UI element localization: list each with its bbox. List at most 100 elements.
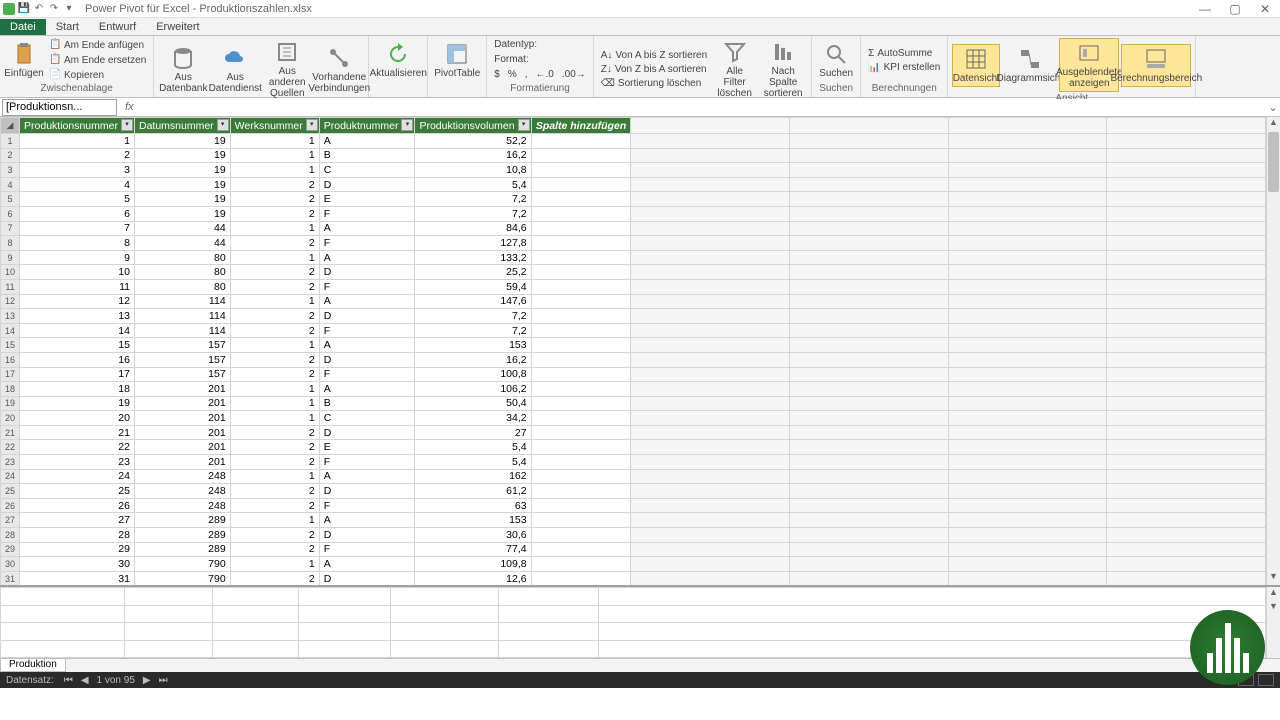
- col-header-2[interactable]: Werksnummer▾: [230, 118, 319, 134]
- table-row[interactable]: 13 13 114 2 D 7,2: [1, 309, 1266, 324]
- row-header[interactable]: 12: [1, 294, 20, 309]
- view-diagram-icon[interactable]: [1258, 674, 1274, 686]
- table-row[interactable]: 19 19 201 1 B 50,4: [1, 396, 1266, 411]
- datatype-dropdown[interactable]: Datentyp:: [491, 38, 540, 51]
- table-row[interactable]: 1 1 19 1 A 52,2: [1, 134, 1266, 149]
- table-row[interactable]: 16 16 157 2 D 16,2: [1, 352, 1266, 367]
- table-row[interactable]: 18 18 201 1 A 106,2: [1, 382, 1266, 397]
- currency-button[interactable]: $: [491, 68, 503, 81]
- pivottable-button[interactable]: PivotTable: [432, 40, 482, 81]
- row-header[interactable]: 14: [1, 323, 20, 338]
- formula-expand-button[interactable]: ⌄: [1266, 101, 1280, 114]
- col-header-3[interactable]: Produktnummer▾: [319, 118, 415, 134]
- tab-erweitert[interactable]: Erweitert: [146, 19, 209, 35]
- row-header[interactable]: 3: [1, 163, 20, 178]
- table-row[interactable]: 4 4 19 2 D 5,4: [1, 177, 1266, 192]
- table-row[interactable]: 12 12 114 1 A 147,6: [1, 294, 1266, 309]
- fx-icon[interactable]: fx: [119, 101, 140, 113]
- table-row[interactable]: 10 10 80 2 D 25,2: [1, 265, 1266, 280]
- replace-button[interactable]: 📋Am Ende ersetzen: [46, 53, 149, 67]
- row-header[interactable]: 2: [1, 148, 20, 163]
- table-row[interactable]: 22 22 201 2 E 5,4: [1, 440, 1266, 455]
- filter-icon[interactable]: ▾: [217, 119, 229, 131]
- comma-button[interactable]: ,: [522, 68, 531, 81]
- nav-last-icon[interactable]: ⏭: [159, 675, 168, 686]
- formula-input[interactable]: [140, 99, 1266, 116]
- row-header[interactable]: 13: [1, 309, 20, 324]
- from-service-button[interactable]: Aus Datendienst: [210, 44, 260, 96]
- table-row[interactable]: 15 15 157 1 A 153: [1, 338, 1266, 353]
- row-header[interactable]: 31: [1, 571, 20, 585]
- inc-decimal-button[interactable]: ←.0: [533, 68, 557, 81]
- table-row[interactable]: 23 23 201 2 F 5,4: [1, 455, 1266, 470]
- sort-az-button[interactable]: A↓Von A bis Z sortieren: [598, 49, 710, 62]
- scroll-thumb[interactable]: [1268, 132, 1279, 192]
- select-all-corner[interactable]: ◢: [1, 118, 20, 134]
- tab-entwurf[interactable]: Entwurf: [89, 19, 146, 35]
- table-row[interactable]: 25 25 248 2 D 61,2: [1, 484, 1266, 499]
- scroll-down-icon[interactable]: ▼: [1267, 571, 1280, 585]
- append-button[interactable]: 📋Am Ende anfügen: [46, 38, 149, 52]
- refresh-button[interactable]: Aktualisieren: [373, 40, 423, 81]
- row-header[interactable]: 21: [1, 425, 20, 440]
- row-header[interactable]: 25: [1, 484, 20, 499]
- qat-dropdown-icon[interactable]: ▾: [63, 3, 75, 15]
- filter-icon[interactable]: ▾: [401, 119, 413, 131]
- filter-icon[interactable]: ▾: [306, 119, 318, 131]
- row-header[interactable]: 7: [1, 221, 20, 236]
- col-header-0[interactable]: Produktionsnummer▾: [20, 118, 135, 134]
- calc-scrollbar[interactable]: ▲▼: [1266, 587, 1280, 658]
- row-header[interactable]: 4: [1, 177, 20, 192]
- search-button[interactable]: Suchen: [816, 40, 856, 81]
- format-dropdown[interactable]: Format:: [491, 53, 531, 66]
- row-header[interactable]: 22: [1, 440, 20, 455]
- name-box[interactable]: [2, 99, 117, 116]
- nav-prev-icon[interactable]: ◀: [81, 675, 89, 686]
- tab-datei[interactable]: Datei: [0, 19, 46, 35]
- calcarea-button[interactable]: Berechnungsbereich: [1121, 44, 1191, 87]
- row-header[interactable]: 9: [1, 250, 20, 265]
- table-row[interactable]: 20 20 201 1 C 34,2: [1, 411, 1266, 426]
- row-header[interactable]: 16: [1, 352, 20, 367]
- table-row[interactable]: 24 24 248 1 A 162: [1, 469, 1266, 484]
- table-row[interactable]: 6 6 19 2 F 7,2: [1, 206, 1266, 221]
- row-header[interactable]: 5: [1, 192, 20, 207]
- copy-button[interactable]: 📄Kopieren: [46, 68, 149, 82]
- calculation-area[interactable]: ▲▼: [0, 585, 1280, 658]
- col-header-4[interactable]: Produktionsvolumen▾: [415, 118, 531, 134]
- table-row[interactable]: 21 21 201 2 D 27: [1, 425, 1266, 440]
- dec-decimal-button[interactable]: .00→: [559, 68, 589, 81]
- table-row[interactable]: 29 29 289 2 F 77,4: [1, 542, 1266, 557]
- table-row[interactable]: 7 7 44 1 A 84,6: [1, 221, 1266, 236]
- row-header[interactable]: 28: [1, 528, 20, 543]
- data-grid[interactable]: ◢ Produktionsnummer▾ Datumsnummer▾ Werks…: [0, 117, 1266, 585]
- table-row[interactable]: 28 28 289 2 D 30,6: [1, 528, 1266, 543]
- tab-start[interactable]: Start: [46, 19, 89, 35]
- add-column[interactable]: Spalte hinzufügen: [531, 118, 631, 134]
- paste-button[interactable]: Einfügen: [4, 40, 44, 81]
- table-row[interactable]: 14 14 114 2 F 7,2: [1, 323, 1266, 338]
- table-row[interactable]: 8 8 44 2 F 127,8: [1, 236, 1266, 251]
- table-row[interactable]: 27 27 289 1 A 153: [1, 513, 1266, 528]
- nav-first-icon[interactable]: ⏮: [64, 675, 73, 686]
- table-row[interactable]: 30 30 790 1 A 109,8: [1, 557, 1266, 572]
- vertical-scrollbar[interactable]: ▲ ▼: [1266, 117, 1280, 585]
- row-header[interactable]: 10: [1, 265, 20, 280]
- table-row[interactable]: 2 2 19 1 B 16,2: [1, 148, 1266, 163]
- scroll-up-icon[interactable]: ▲: [1267, 117, 1280, 131]
- row-header[interactable]: 29: [1, 542, 20, 557]
- row-header[interactable]: 11: [1, 279, 20, 294]
- existing-conn-button[interactable]: Vorhandene Verbindungen: [314, 44, 364, 96]
- filter-icon[interactable]: ▾: [121, 119, 133, 131]
- sheet-tab[interactable]: Produktion: [0, 659, 66, 672]
- table-row[interactable]: 3 3 19 1 C 10,8: [1, 163, 1266, 178]
- minimize-button[interactable]: —: [1190, 0, 1220, 18]
- autosum-button[interactable]: ΣAutoSumme: [865, 47, 943, 60]
- table-row[interactable]: 31 31 790 2 D 12,6: [1, 571, 1266, 585]
- kpi-button[interactable]: 📊KPI erstellen: [865, 61, 943, 74]
- row-header[interactable]: 20: [1, 411, 20, 426]
- from-other-button[interactable]: Aus anderen Quellen: [262, 38, 312, 101]
- diagramview-button[interactable]: Diagrammsicht: [1002, 45, 1057, 86]
- close-button[interactable]: ✕: [1250, 0, 1280, 18]
- clear-filters-button[interactable]: Alle Filter löschen: [712, 38, 757, 101]
